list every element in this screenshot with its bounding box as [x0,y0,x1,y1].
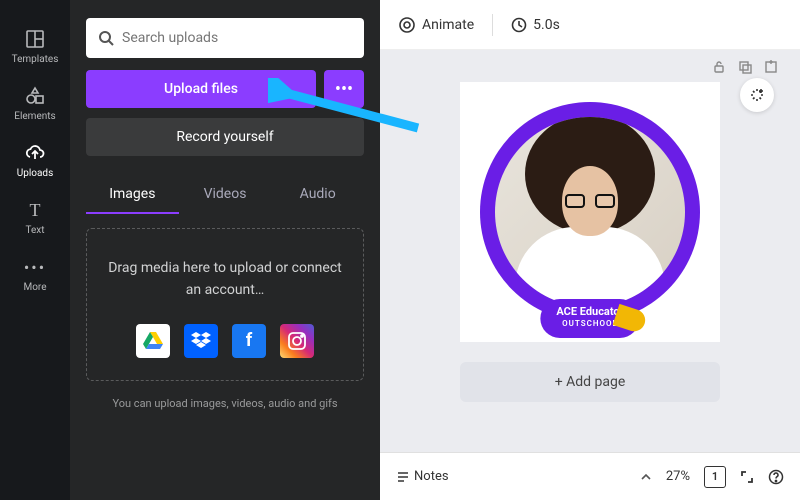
page-indicator[interactable]: 1 [704,466,726,488]
upload-row: Upload files ••• [86,70,364,108]
tab-videos[interactable]: Videos [179,176,272,214]
google-drive-icon[interactable] [136,324,170,358]
divider [492,14,493,36]
collapse-up-icon[interactable] [640,471,652,483]
photo-glasses [565,194,615,208]
animate-icon [398,16,416,34]
tab-audio[interactable]: Audio [271,176,364,214]
upload-options-button[interactable]: ••• [324,70,364,108]
uploads-panel: Upload files ••• Record yourself Images … [70,0,380,500]
editor-stage[interactable]: ACE Educator OUTSCHOOL + Add page [380,50,800,452]
canvas-area: Animate 5.0s [380,0,800,500]
search-container [86,18,364,58]
search-icon [98,30,114,46]
bottom-bar: Notes 27% 1 [380,452,800,500]
dropzone-text: Drag media here to upload or connect an … [105,257,345,302]
record-yourself-button[interactable]: Record yourself [86,118,364,156]
badge-title: ACE Educator [556,305,623,318]
connect-account-icons: f [105,324,345,358]
search-input[interactable] [122,30,352,46]
rail-templates[interactable]: Templates [0,18,70,75]
text-icon: T [24,199,46,221]
elements-icon [24,85,46,107]
upload-files-button[interactable]: Upload files [86,70,316,108]
notes-label: Notes [414,469,449,484]
tab-images[interactable]: Images [86,176,179,214]
uploads-icon [24,142,46,164]
duplicate-page-icon[interactable] [738,60,752,74]
rail-elements[interactable]: Elements [0,75,70,132]
duration-button[interactable]: 5.0s [511,17,560,33]
rail-label: Text [25,225,44,236]
upload-dropzone[interactable]: Drag media here to upload or connect an … [86,228,364,381]
design-page[interactable]: ACE Educator OUTSCHOOL [460,82,720,342]
rail-text[interactable]: T Text [0,189,70,246]
dropbox-icon[interactable] [184,324,218,358]
badge-accent [613,304,648,334]
duration-value: 5.0s [533,17,560,33]
circle-frame[interactable] [480,102,700,322]
magic-button[interactable] [740,78,774,112]
photo-shirt [515,227,665,307]
fullscreen-icon[interactable] [740,470,754,484]
clock-icon [511,17,527,33]
notes-button[interactable]: Notes [396,469,449,484]
rail-label: More [23,282,46,293]
templates-icon [24,28,46,50]
instagram-icon[interactable] [280,324,314,358]
educator-photo[interactable] [495,117,685,307]
zoom-level[interactable]: 27% [666,469,690,484]
upload-hint: You can upload images, videos, audio and… [86,397,364,410]
help-icon[interactable] [768,469,784,485]
animate-label: Animate [422,17,474,33]
rail-label: Elements [14,111,55,122]
animate-button[interactable]: Animate [398,16,474,34]
unlock-icon[interactable] [712,60,726,74]
rail-label: Uploads [17,168,53,179]
new-page-icon[interactable] [764,60,778,74]
page-tools [712,60,778,74]
ace-badge[interactable]: ACE Educator OUTSCHOOL [540,299,639,338]
rail-uploads[interactable]: Uploads [0,132,70,189]
left-rail: Templates Elements Uploads T Text ••• Mo… [0,0,70,500]
rail-label: Templates [12,54,59,65]
rail-more[interactable]: ••• More [0,246,70,303]
media-tabs: Images Videos Audio [86,176,364,214]
canvas-topbar: Animate 5.0s [380,0,800,50]
facebook-icon[interactable]: f [232,324,266,358]
more-icon: ••• [24,256,46,278]
add-page-button[interactable]: + Add page [460,362,720,402]
